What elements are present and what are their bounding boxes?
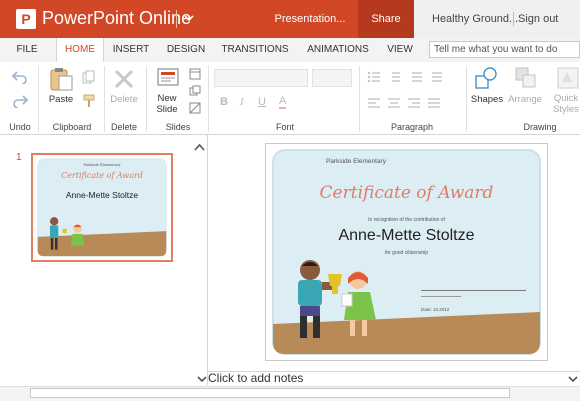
thumb-name: Anne-Mette Stoltze bbox=[65, 190, 139, 200]
italic-button[interactable]: I bbox=[240, 96, 244, 108]
ribbon-separator bbox=[466, 66, 467, 132]
title-separator bbox=[176, 10, 177, 28]
certificate-reason: for good citizenship bbox=[384, 250, 429, 256]
shapes-button[interactable]: Shapes bbox=[470, 94, 504, 105]
tab-view[interactable]: VIEW bbox=[385, 38, 415, 62]
delete-button[interactable]: Delete bbox=[106, 94, 142, 105]
bold-button[interactable]: B bbox=[220, 96, 228, 108]
certificate-subtitle: In recognition of the contribution of bbox=[368, 217, 445, 223]
undo-group-label: Undo bbox=[9, 122, 31, 132]
new-slide-icon[interactable] bbox=[155, 66, 181, 95]
layout-icon[interactable] bbox=[189, 67, 201, 85]
drawing-group-label: Drawing bbox=[523, 122, 557, 132]
delete-group-label: Delete bbox=[110, 122, 137, 132]
slide-thumbnail-1[interactable]: Parkside Elementary Certificate of Award… bbox=[31, 153, 173, 262]
ribbon-separator bbox=[208, 66, 209, 132]
certificate-school: Parkside Elementary bbox=[326, 158, 386, 165]
paragraph-tools bbox=[366, 70, 466, 115]
slide-number: 1 bbox=[16, 152, 22, 163]
hide-slide-icon[interactable] bbox=[189, 101, 201, 119]
font-size-dropdown[interactable] bbox=[312, 69, 352, 87]
ribbon-separator bbox=[38, 66, 39, 132]
signature-line bbox=[421, 290, 526, 291]
quick-styles-button-line2[interactable]: Styles bbox=[548, 104, 580, 115]
paste-icon[interactable] bbox=[48, 66, 74, 97]
paste-button[interactable]: Paste bbox=[45, 94, 77, 105]
arrange-button[interactable]: Arrange bbox=[506, 94, 544, 105]
app-title[interactable]: PowerPoint Online bbox=[42, 8, 191, 29]
signature-caption bbox=[421, 296, 461, 297]
tab-transitions[interactable]: TRANSITIONS bbox=[221, 38, 289, 62]
sign-out-link[interactable]: Sign out bbox=[518, 0, 558, 38]
children-illustration bbox=[288, 258, 388, 353]
ribbon-separator bbox=[104, 66, 105, 132]
tab-file[interactable]: FILE bbox=[8, 38, 46, 62]
tab-design[interactable]: DESIGN bbox=[165, 38, 207, 62]
new-slide-button-line2[interactable]: Slide bbox=[150, 104, 184, 115]
thumbnail-scrollbar[interactable] bbox=[193, 140, 206, 385]
quick-styles-label: Quick Styles bbox=[548, 93, 580, 115]
tab-insert[interactable]: INSERT bbox=[111, 38, 151, 62]
ribbon-separator bbox=[146, 66, 147, 132]
user-name[interactable]: Healthy Ground... bbox=[432, 0, 518, 38]
share-button[interactable]: Share bbox=[358, 0, 414, 38]
arrange-icon[interactable] bbox=[514, 66, 538, 95]
clipboard-group-label: Clipboard bbox=[52, 122, 92, 132]
redo-icon[interactable] bbox=[12, 94, 29, 113]
tell-me-input[interactable]: Tell me what you want to do bbox=[429, 41, 580, 58]
paragraph-group-label: Paragraph bbox=[390, 122, 434, 132]
delete-icon[interactable] bbox=[113, 68, 135, 95]
font-name-dropdown[interactable] bbox=[214, 69, 308, 87]
thumb-title: Certificate of Award bbox=[61, 171, 143, 180]
copy-icon[interactable] bbox=[82, 70, 96, 89]
new-slide-button[interactable]: New bbox=[150, 93, 184, 104]
app-launcher-chevron-icon[interactable] bbox=[183, 10, 195, 29]
undo-icon[interactable] bbox=[11, 70, 28, 89]
certificate-date: Date: 10.2012 bbox=[421, 307, 450, 312]
duplicate-slide-icon[interactable] bbox=[189, 84, 201, 102]
document-name[interactable]: Presentation... bbox=[250, 0, 370, 38]
slides-group-label: Slides bbox=[165, 122, 191, 132]
font-color-button[interactable]: A bbox=[279, 96, 287, 109]
account-separator bbox=[513, 12, 514, 26]
format-painter-icon[interactable] bbox=[82, 94, 96, 113]
new-slide-label: New Slide bbox=[150, 93, 184, 115]
tab-home[interactable]: HOME bbox=[56, 38, 104, 62]
underline-button[interactable]: U bbox=[258, 96, 266, 108]
ribbon-separator bbox=[359, 66, 360, 132]
tab-animations[interactable]: ANIMATIONS bbox=[304, 38, 372, 62]
notes-placeholder[interactable]: Click to add notes bbox=[208, 371, 303, 385]
main-slide[interactable]: Parkside Elementary Certificate of Award… bbox=[265, 143, 548, 361]
font-group-label: Font bbox=[275, 122, 294, 132]
shapes-icon[interactable] bbox=[474, 66, 500, 97]
thumb-school: Parkside Elementary bbox=[83, 163, 121, 167]
horizontal-scroll-thumb[interactable] bbox=[30, 388, 510, 398]
quick-styles-button[interactable]: Quick bbox=[548, 93, 580, 104]
certificate-recipient-name: Anne-Mette Stoltze bbox=[338, 227, 475, 244]
quick-styles-icon[interactable] bbox=[556, 66, 580, 95]
thumb-children-illustration bbox=[45, 213, 95, 258]
certificate-title: Certificate of Award bbox=[319, 183, 494, 203]
powerpoint-logo-icon[interactable]: P bbox=[16, 9, 36, 29]
